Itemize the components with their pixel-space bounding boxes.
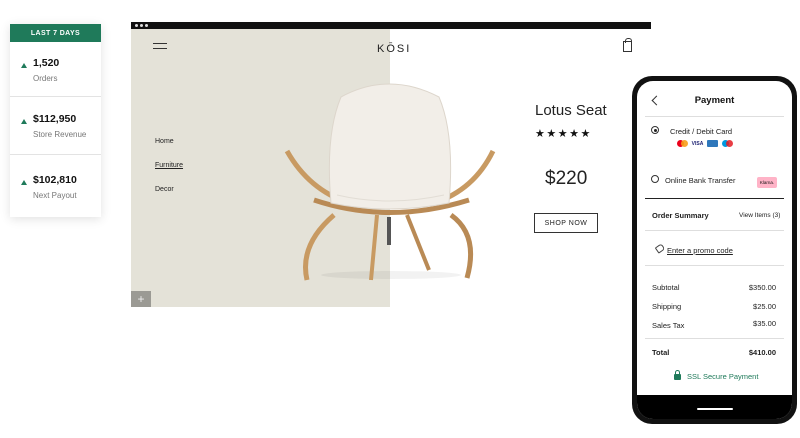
mastercard-icon <box>677 140 688 147</box>
order-summary-heading: Order Summary <box>652 211 709 220</box>
stat-label: Store Revenue <box>33 130 87 139</box>
divider <box>645 338 784 339</box>
window-dot <box>145 24 148 27</box>
chair-product-image <box>284 83 496 281</box>
home-indicator[interactable] <box>697 408 733 410</box>
shipping-label: Shipping <box>652 302 682 311</box>
tag-icon <box>654 243 666 254</box>
sales-tax-value: $35.00 <box>753 319 776 328</box>
stat-label: Orders <box>33 74 58 83</box>
radio-bank-transfer[interactable] <box>651 175 659 183</box>
window-dot <box>140 24 143 27</box>
visa-icon: VISA <box>691 140 704 147</box>
maestro-icon <box>722 140 733 147</box>
browser-title-bar <box>131 22 651 29</box>
store-page: KŌSI Home Furniture Decor Lotus Seat ★★★… <box>131 29 651 307</box>
nav-furniture[interactable]: Furniture <box>155 162 183 169</box>
nav-home[interactable]: Home <box>155 138 174 145</box>
stat-value: $112,950 <box>33 113 77 125</box>
shipping-value: $25.00 <box>753 302 776 311</box>
card-logos: VISA <box>677 140 733 147</box>
divider <box>645 198 784 199</box>
payment-screen: Payment Credit / Debit Card VISA Online … <box>637 81 792 419</box>
trend-up-icon <box>21 180 27 185</box>
divider <box>10 96 101 97</box>
stat-value: 1,520 <box>33 57 60 69</box>
amex-icon <box>707 140 718 147</box>
product-title: Lotus Seat <box>535 102 607 119</box>
subtotal-label: Subtotal <box>652 283 680 292</box>
bank-transfer-label[interactable]: Online Bank Transfer <box>665 176 735 185</box>
credit-card-label[interactable]: Credit / Debit Card <box>670 127 732 136</box>
stat-value: $102,810 <box>33 174 77 186</box>
lock-icon <box>674 370 681 380</box>
ssl-secure-text: SSL Secure Payment <box>687 372 759 381</box>
sales-tax-label: Sales Tax <box>652 321 685 330</box>
window-dot <box>135 24 138 27</box>
radio-credit-card[interactable] <box>651 126 659 134</box>
rating-stars: ★★★★★ <box>535 128 592 140</box>
divider <box>645 116 784 117</box>
divider <box>645 265 784 266</box>
trend-up-icon <box>21 63 27 68</box>
total-value: $410.00 <box>748 348 776 357</box>
phone-bottom-bar <box>637 395 792 419</box>
stat-label: Next Payout <box>33 191 77 200</box>
divider <box>10 154 101 155</box>
store-browser-window: KŌSI Home Furniture Decor Lotus Seat ★★★… <box>131 22 651 307</box>
stats-header: LAST 7 DAYS <box>10 24 101 42</box>
klarna-logo: Klarna. <box>757 177 777 188</box>
total-label: Total <box>652 348 670 357</box>
phone-frame: Payment Credit / Debit Card VISA Online … <box>632 76 797 424</box>
promo-code-link[interactable]: Enter a promo code <box>667 246 733 255</box>
trend-up-icon <box>21 119 27 124</box>
shopping-bag-icon[interactable] <box>623 38 632 52</box>
payment-title: Payment <box>694 95 735 106</box>
product-price: $220 <box>545 168 588 189</box>
menu-icon[interactable] <box>153 43 167 53</box>
nav-decor[interactable]: Decor <box>155 186 174 193</box>
stats-card: LAST 7 DAYS 1,520 Orders $112,950 Store … <box>10 24 101 217</box>
view-items-link[interactable]: View Items (3) <box>739 212 780 219</box>
plus-icon[interactable]: + <box>131 291 151 307</box>
store-logo[interactable]: KŌSI <box>377 43 411 55</box>
divider <box>645 230 784 231</box>
subtotal-value: $350.00 <box>748 283 776 292</box>
shop-now-button[interactable]: SHOP NOW <box>534 213 598 233</box>
